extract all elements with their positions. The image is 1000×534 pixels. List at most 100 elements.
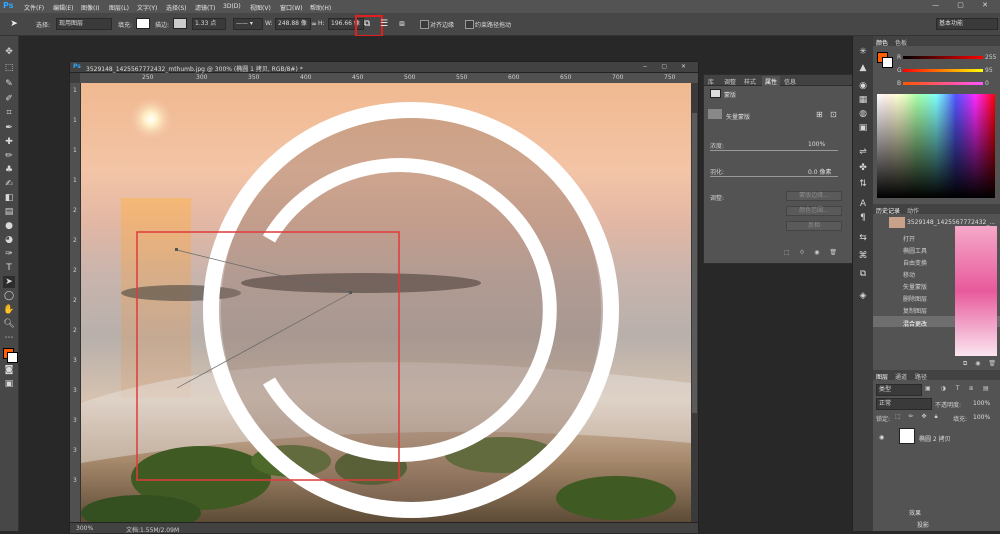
path-operations-icon[interactable]: ⧉ [361,18,373,30]
history-brush-tool-icon[interactable]: ✍ [3,178,15,190]
pen-tool-icon[interactable]: ✑ [3,248,15,260]
menu-edit[interactable]: 编辑(E) [53,3,73,12]
panel-icon-3[interactable]: ◉ [857,80,869,92]
tab-actions[interactable]: 动作 [907,206,919,215]
fill-swatch[interactable] [136,18,150,29]
tab-color[interactable]: 颜色 [876,38,888,47]
gradient-tool-icon[interactable]: ▤ [3,206,15,218]
hand-tool-icon[interactable]: ✋ [3,304,15,316]
vertical-scrollbar[interactable] [691,83,698,522]
history-item[interactable]: 移动 [903,270,915,279]
history-actions-icons[interactable]: ⧉ ◉ 🗑︎ [963,360,999,368]
history-item[interactable]: 打开 [903,234,915,243]
color-range-button[interactable]: 颜色范围... [786,206,842,216]
eraser-tool-icon[interactable]: ◧ [3,192,15,204]
quick-select-tool-icon[interactable]: ✐ [3,93,15,105]
feather-slider[interactable] [710,176,838,177]
menu-filter[interactable]: 滤镜(T) [195,3,215,12]
tab-channels[interactable]: 通道 [895,372,907,381]
eyedropper-tool-icon[interactable]: ✒ [3,122,15,134]
path-select-icon[interactable]: ➤ [8,18,20,30]
path-alignment-icon[interactable]: ☰ [378,18,390,30]
mask-edge-button[interactable]: 蒙版边缘... [786,191,842,201]
type-tool-icon[interactable]: T [3,262,15,274]
history-item[interactable]: 椭圆工具 [903,246,927,255]
panel-icon-8[interactable]: ✤ [857,162,869,174]
panel-icon-7[interactable]: ⇌ [857,146,869,158]
panel-icon-4[interactable]: ▦ [857,94,869,106]
doc-window-controls[interactable]: − ▢ ✕ [642,63,692,70]
background-color-swatch[interactable] [7,352,18,363]
align-edges-checkbox[interactable] [420,20,429,29]
mask-actions-icons[interactable]: ⬚ ⟐ ◉ 🗑︎ [784,249,841,257]
menu-layer[interactable]: 图层(L) [109,3,129,12]
layer-effect-item[interactable]: 投影 [917,520,929,529]
lasso-tool-icon[interactable]: ✎ [3,78,15,90]
menu-file[interactable]: 文件(F) [24,3,44,12]
add-vector-mask-icon[interactable]: ⊡ [830,110,837,119]
b-value[interactable]: 0 [985,80,989,87]
stroke-width-input[interactable]: 1.33 点 [192,18,226,30]
menu-type[interactable]: 文字(Y) [137,3,157,12]
layer-name[interactable]: 椭圆 2 拷贝 [919,434,951,443]
layer-kind-filter[interactable]: 类型 [876,384,922,396]
menu-window[interactable]: 窗口(W) [280,3,303,12]
tab-paths[interactable]: 路径 [915,372,927,381]
fill-value[interactable]: 100% [973,414,990,421]
panel-icon-13[interactable]: ⌘ [857,250,869,262]
panel-icon-2[interactable]: ▲ [857,62,869,74]
anchor-point[interactable] [349,291,352,294]
panel-icon-14[interactable]: ⧉ [857,268,869,280]
r-value[interactable]: 255 [985,54,996,61]
color-spectrum[interactable] [877,94,995,198]
brush-tool-icon[interactable]: ✏ [3,150,15,162]
tab-library[interactable]: 库 [708,77,714,86]
bg-color-chip[interactable] [882,57,893,68]
path-arrangement-icon[interactable]: ⧈ [396,18,408,30]
panel-icon-12[interactable]: ⇆ [857,232,869,244]
menu-help[interactable]: 帮助(H) [310,3,331,12]
layer-effects-label[interactable]: 效果 [909,508,921,517]
panel-icon-11[interactable]: ¶ [857,212,869,224]
panel-icon-10[interactable]: A [857,198,869,210]
select-dropdown[interactable]: 现用图层 [56,18,112,30]
history-item[interactable]: 矢量蒙版 [903,282,927,291]
window-controls[interactable]: — ▢ ✕ [932,1,996,9]
dodge-tool-icon[interactable]: ◕ [3,234,15,246]
anchor-point[interactable] [175,248,178,251]
history-item[interactable]: 自由变换 [903,258,927,267]
tab-properties[interactable]: 属性 [762,76,781,87]
history-item-current[interactable]: 混合更改 [903,319,927,328]
opacity-value[interactable]: 100% [973,400,990,407]
path-selection-tool-icon[interactable]: ➤ [3,276,15,288]
stroke-swatch[interactable] [173,18,187,29]
tab-info[interactable]: 信息 [784,77,796,86]
panel-icon-9[interactable]: ⇅ [857,178,869,190]
panel-icon-15[interactable]: ◈ [857,290,869,302]
menu-view[interactable]: 视图(V) [250,3,271,12]
panel-icon-1[interactable]: ✳ [857,46,869,58]
quick-mask-icon[interactable]: ◙ [3,364,15,376]
add-pixel-mask-icon[interactable]: ⊞ [816,110,823,119]
constrain-path-checkbox[interactable] [465,20,474,29]
image-canvas[interactable] [81,83,691,522]
panel-icon-5[interactable]: ◍ [857,108,869,120]
blur-tool-icon[interactable]: ● [3,220,15,232]
history-snapshot[interactable]: 3529148_1425567772432_... [907,219,995,226]
b-slider[interactable] [903,82,983,85]
blend-mode-dropdown[interactable]: 正常 [876,398,932,410]
width-input[interactable]: 248.88 像 [275,18,311,30]
stamp-tool-icon[interactable]: ♣ [3,164,15,176]
panel-icon-6[interactable]: ▣ [857,122,869,134]
g-slider[interactable] [903,69,983,72]
workspace-dropdown[interactable]: 基本功能 [936,18,998,30]
document-info[interactable]: 文档:1.55M/2.09M [126,525,179,534]
menu-select[interactable]: 选择(S) [166,3,187,12]
tab-swatches[interactable]: 色板 [895,38,907,47]
density-value[interactable]: 100% [808,141,825,148]
density-slider[interactable] [710,150,838,151]
marquee-tool-icon[interactable]: ⬚ [3,62,15,74]
g-value[interactable]: 95 [985,67,993,74]
visibility-eye-icon[interactable]: ◉ [879,434,884,441]
invert-button[interactable]: 反相 [786,221,842,231]
